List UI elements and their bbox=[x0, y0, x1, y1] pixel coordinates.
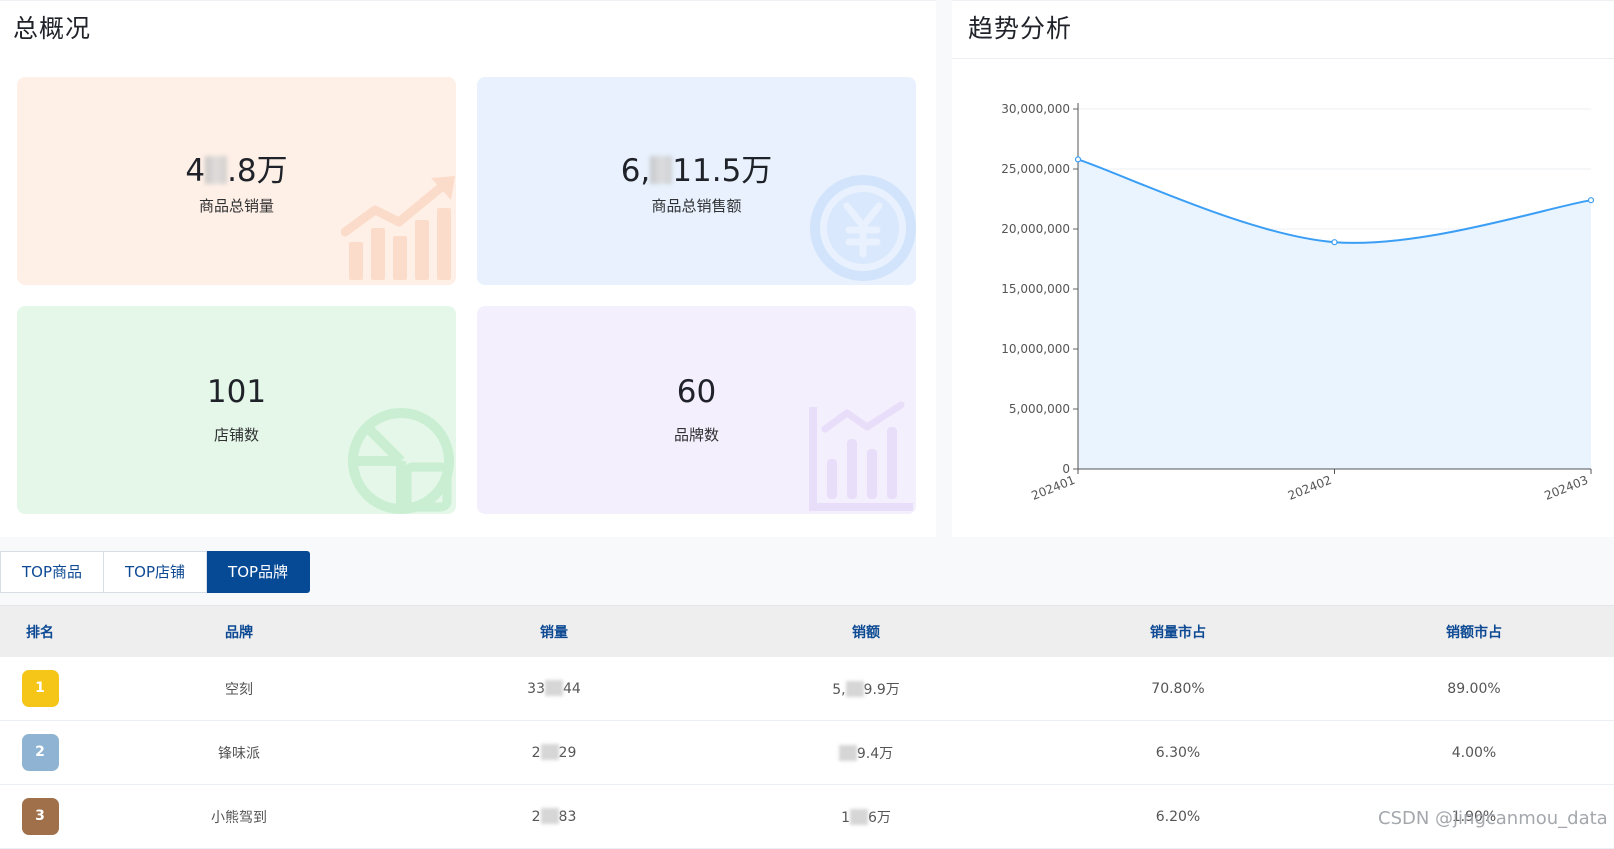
redacted-blur bbox=[205, 156, 228, 184]
tab-top-brands[interactable]: TOP品牌 bbox=[207, 551, 311, 593]
trend-panel: 趋势分析 0 5,000,000 10,000,000 15,000,000 20,00… bbox=[952, 0, 1614, 537]
sales-amount-cell: 9.4万 bbox=[710, 743, 1022, 763]
x-tick-label: 202402 bbox=[1286, 473, 1334, 503]
sales-volume-cell: 2 29 bbox=[531, 744, 577, 761]
sales-amount-cell: 1 6万 bbox=[841, 808, 891, 826]
bar-chart-icon bbox=[809, 401, 913, 511]
pie-chart-icon bbox=[348, 408, 454, 514]
yen-coin-icon bbox=[810, 175, 916, 281]
redacted-blur bbox=[850, 808, 868, 825]
store-count-card: 101 店铺数 bbox=[17, 306, 456, 514]
y-tick-label: 30,000,000 bbox=[1001, 102, 1070, 116]
redacted-blur bbox=[540, 744, 559, 760]
header-rank[interactable]: 排名 bbox=[0, 622, 80, 642]
data-point bbox=[1331, 239, 1338, 246]
redacted-blur bbox=[545, 680, 563, 696]
header-volume-share[interactable]: 销量市占 bbox=[1022, 622, 1334, 642]
volume-share-cell: 70.80% bbox=[1151, 680, 1205, 697]
trend-title-divider bbox=[952, 58, 1614, 59]
header-sales-amount[interactable]: 销额 bbox=[710, 622, 1022, 642]
redacted-blur bbox=[838, 744, 857, 761]
volume-share-cell: 6.30% bbox=[1155, 744, 1201, 761]
total-sales-amount-card: 6, 11.5万 商品总销售额 bbox=[477, 77, 916, 285]
amount-share-cell: 89.00% bbox=[1447, 680, 1501, 697]
tab-top-products[interactable]: TOP商品 bbox=[0, 551, 105, 593]
series-area bbox=[1078, 159, 1591, 469]
data-point bbox=[1074, 156, 1082, 163]
y-tick-label: 10,000,000 bbox=[1001, 342, 1070, 356]
header-brand[interactable]: 品牌 bbox=[80, 622, 398, 642]
header-amount-share[interactable]: 销额市占 bbox=[1334, 622, 1614, 642]
brand-cell: 锋味派 bbox=[218, 745, 260, 762]
sales-amount-cell: 5, 9.9万 bbox=[832, 680, 900, 698]
watermark: CSDN @jingcanmou_data bbox=[1378, 808, 1608, 829]
redacted-blur bbox=[845, 680, 864, 697]
overview-title: 总概况 bbox=[13, 14, 92, 43]
brand-cell: 小熊驾到 bbox=[211, 809, 267, 826]
table-header: 排名 品牌 销量 销额 销量市占 销额市占 bbox=[0, 605, 1614, 657]
x-tick-label: 202401 bbox=[1029, 473, 1077, 503]
header-sales-volume[interactable]: 销量 bbox=[398, 622, 710, 642]
volume-share-cell: 6.20% bbox=[1155, 808, 1201, 825]
tab-top-stores[interactable]: TOP店铺 bbox=[104, 551, 208, 593]
sales-volume-cell: 2 83 bbox=[531, 808, 577, 825]
rank-badge: 2 bbox=[21, 734, 59, 771]
overview-panel: 总概况 4.8万 商品总销量 6, 11.5万 商品总销售额 101 店铺数 6… bbox=[0, 0, 936, 537]
ranking-tabs: TOP商品 TOP店铺 TOP品牌 bbox=[0, 551, 311, 593]
trend-title: 趋势分析 bbox=[968, 14, 1073, 43]
brand-ranking-table: 排名 品牌 销量 销额 销量市占 销额市占 1 空刻 33 44 5, 9.9万 7… bbox=[0, 605, 1614, 849]
x-tick-label: 202403 bbox=[1542, 473, 1590, 503]
rank-badge: 1 bbox=[21, 670, 59, 707]
brand-count-card: 60 品牌数 bbox=[477, 306, 916, 514]
brand-cell: 空刻 bbox=[225, 681, 253, 698]
sales-volume-cell: 33 44 bbox=[527, 680, 581, 697]
y-tick-label: 25,000,000 bbox=[1001, 162, 1070, 176]
rank-badge: 3 bbox=[21, 798, 59, 835]
table-row[interactable]: 1 空刻 33 44 5, 9.9万 70.80% 89.00% bbox=[0, 657, 1614, 721]
y-tick-label: 15,000,000 bbox=[1001, 282, 1070, 296]
trend-line-chart: 05,000,00010,000,00015,000,00020,000,000… bbox=[1001, 102, 1595, 503]
amount-share-cell: 4.00% bbox=[1451, 744, 1497, 761]
redacted-blur bbox=[650, 156, 673, 184]
y-tick-label: 5,000,000 bbox=[1009, 402, 1070, 416]
data-point bbox=[1587, 197, 1595, 204]
y-tick-label: 20,000,000 bbox=[1001, 222, 1070, 236]
total-sales-volume-card: 4.8万 商品总销量 bbox=[17, 77, 456, 285]
trend-up-icon bbox=[341, 176, 455, 280]
redacted-blur bbox=[540, 808, 559, 824]
table-row[interactable]: 2 锋味派 2 29 9.4万 6.30% 4.00% bbox=[0, 721, 1614, 785]
table-row[interactable]: 3 小熊驾到 2 83 1 6万 6.20% 1.90% bbox=[0, 785, 1614, 849]
